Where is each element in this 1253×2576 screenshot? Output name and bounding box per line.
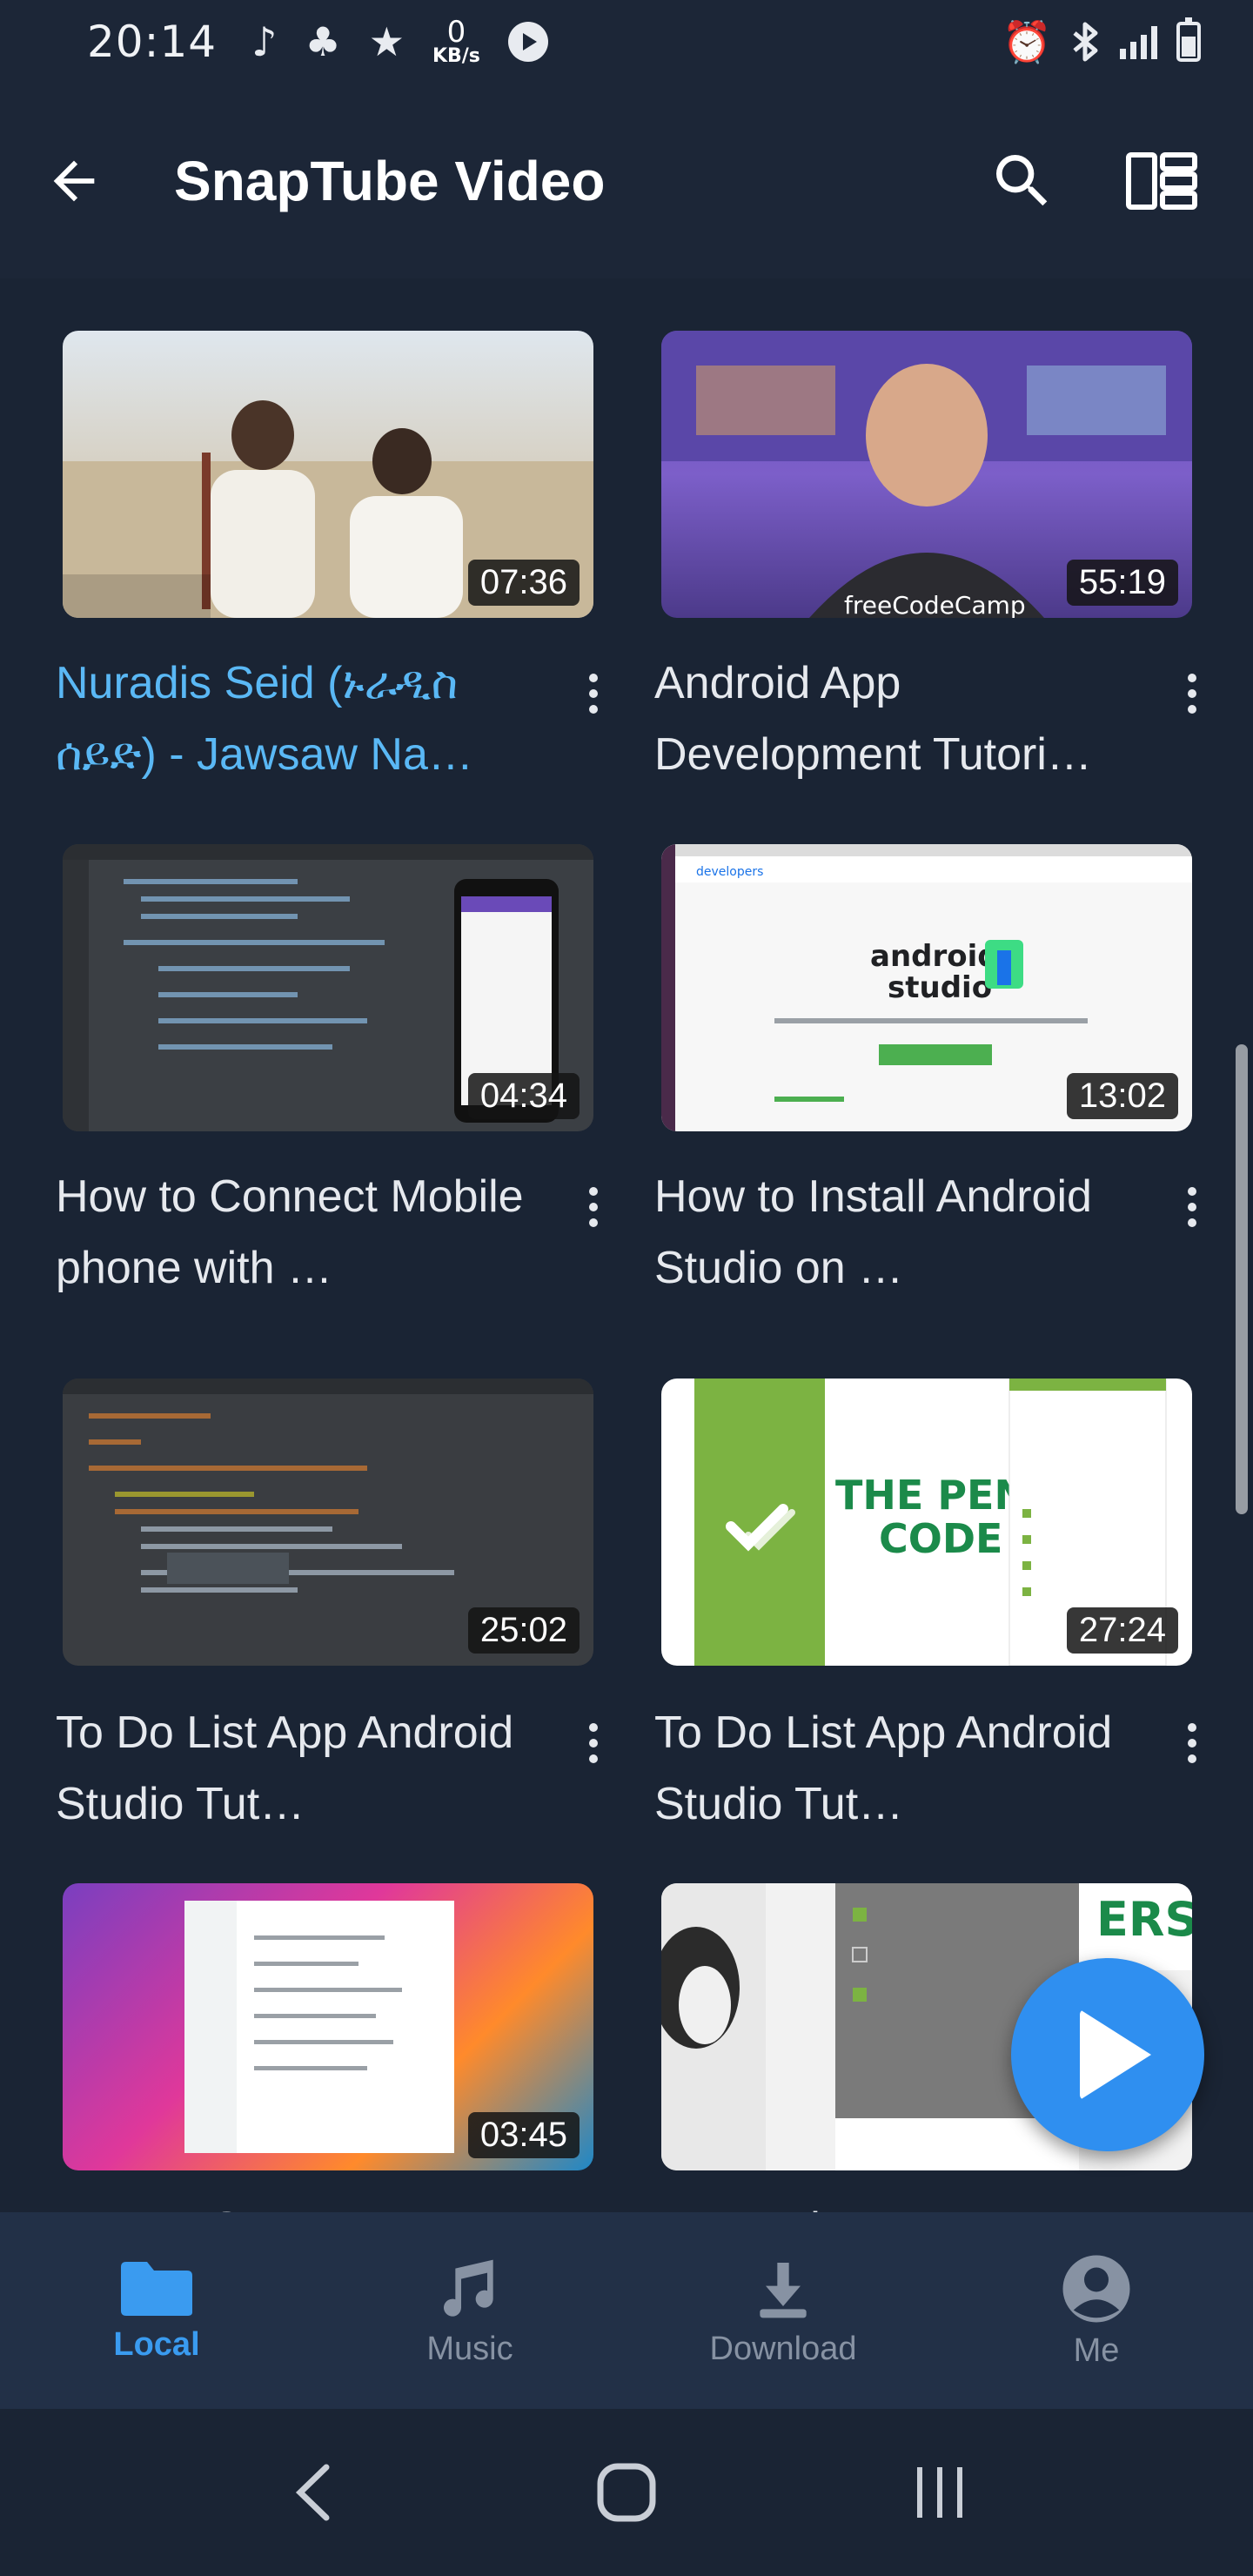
nav-label: Me xyxy=(1073,2331,1120,2369)
more-options-button[interactable] xyxy=(1166,1704,1218,1782)
video-card[interactable]: THE PEN CODE 27:24 To Do List App Androi… xyxy=(654,1379,1253,1866)
app-toolbar: SnapTube Video xyxy=(0,84,1253,278)
more-options-button[interactable] xyxy=(1166,2200,1218,2212)
svg-text:THE PEN: THE PEN xyxy=(835,1472,1028,1519)
nav-label: Download xyxy=(709,2330,857,2367)
app-notification-icon: ♣ xyxy=(305,18,341,65)
video-thumbnail[interactable]: freeCodeCamp 55:19 xyxy=(661,331,1192,618)
bottom-navigation: Local Music Download Me xyxy=(0,2212,1253,2409)
svg-text:studio: studio xyxy=(888,970,992,1005)
music-note-icon: ♪ xyxy=(251,18,278,65)
layout-toggle-button[interactable] xyxy=(1114,133,1209,229)
video-duration: 07:36 xyxy=(467,560,580,606)
chevron-left-icon xyxy=(295,2464,330,2521)
video-thumbnail[interactable]: 07:36 xyxy=(63,331,593,618)
more-options-button[interactable] xyxy=(567,2200,620,2212)
alarm-icon: ⏰ xyxy=(1002,18,1052,65)
search-button[interactable] xyxy=(975,133,1070,229)
video-duration: 25:02 xyxy=(467,1607,580,1654)
account-icon xyxy=(1062,2255,1130,2322)
nav-label: Music xyxy=(426,2330,513,2367)
more-options-button[interactable] xyxy=(1166,1168,1218,1246)
scrollbar[interactable] xyxy=(1236,1044,1248,1514)
system-navigation-bar xyxy=(0,2409,1253,2576)
video-card[interactable]: 07:36 Nuradis Seid (ኑራዲስ ሰይድ) - Jawsaw N… xyxy=(56,331,656,818)
video-title[interactable]: To Do List App Android Studio Tut… xyxy=(654,1697,1142,1840)
system-back-button[interactable] xyxy=(252,2432,374,2553)
nav-me[interactable]: Me xyxy=(940,2212,1253,2409)
nav-local[interactable]: Local xyxy=(0,2212,313,2409)
svg-text:android: android xyxy=(870,939,999,974)
svg-text:ERS: ERS xyxy=(1096,1892,1192,1947)
network-speed: 0 KB/s xyxy=(432,15,480,67)
more-options-button[interactable] xyxy=(567,654,620,733)
video-card[interactable]: developers android studio 13:02 How to I… xyxy=(654,844,1253,1349)
nav-music[interactable]: Music xyxy=(313,2212,626,2409)
video-grid: 07:36 Nuradis Seid (ኑራዲስ ሰይድ) - Jawsaw N… xyxy=(0,278,1253,2212)
play-all-fab[interactable] xyxy=(1011,1958,1204,2151)
video-thumbnail[interactable]: 25:02 xyxy=(63,1379,593,1666)
bluetooth-icon xyxy=(1073,22,1098,62)
svg-text:freeCodeCamp: freeCodeCamp xyxy=(844,591,1026,618)
video-duration: 04:34 xyxy=(467,1073,580,1119)
page-title: SnapTube Video xyxy=(174,150,606,212)
svg-text:CODE: CODE xyxy=(879,1515,1002,1562)
music-note-icon xyxy=(444,2259,493,2317)
signal-icon xyxy=(1120,24,1157,59)
video-thumbnail[interactable]: THE PEN CODE 27:24 xyxy=(661,1379,1192,1666)
recents-icon xyxy=(917,2467,962,2518)
video-title[interactable]: Nuradis Seid (ኑራዲስ ሰይድ) - Jawsaw Na… xyxy=(56,647,543,790)
grid-layout-icon xyxy=(1126,152,1197,210)
video-card[interactable]: freeCodeCamp 55:19 Android App Developme… xyxy=(654,331,1253,818)
folder-icon xyxy=(121,2261,192,2316)
video-title[interactable]: To Do List App Android Studio Tut… xyxy=(56,1697,543,1840)
video-duration: 27:24 xyxy=(1066,1607,1178,1654)
video-duration: 13:02 xyxy=(1066,1073,1178,1119)
video-title[interactable]: How to Connect Mobile phone with … xyxy=(56,1161,543,1304)
svg-text:developers: developers xyxy=(696,865,763,879)
battery-icon xyxy=(1176,17,1201,62)
video-card[interactable]: 03:45 How to Connect xyxy=(56,1883,656,2212)
home-icon xyxy=(597,2463,656,2522)
arrow-back-icon xyxy=(53,160,95,202)
status-time: 20:14 xyxy=(87,17,218,67)
system-home-button[interactable] xyxy=(566,2432,687,2553)
play-icon xyxy=(1080,2009,1151,2100)
play-notification-icon xyxy=(507,22,548,62)
video-title[interactable]: How to Connect xyxy=(56,2193,543,2212)
video-thumbnail[interactable]: developers android studio 13:02 xyxy=(661,844,1192,1131)
back-button[interactable] xyxy=(17,124,131,238)
video-card[interactable]: 04:34 How to Connect Mobile phone with … xyxy=(56,844,656,1349)
video-thumbnail[interactable]: 03:45 xyxy=(63,1883,593,2170)
star-icon: ★ xyxy=(368,18,405,65)
video-card[interactable]: 25:02 To Do List App Android Studio Tut… xyxy=(56,1379,656,1866)
more-options-button[interactable] xyxy=(567,1168,620,1246)
download-icon xyxy=(760,2262,807,2318)
more-options-button[interactable] xyxy=(1166,654,1218,733)
nav-label: Local xyxy=(113,2325,200,2363)
video-title[interactable]: Android App Development Tutori… xyxy=(654,647,1142,790)
system-recents-button[interactable] xyxy=(879,2432,1001,2553)
status-bar: 20:14 ♪ ♣ ★ 0 KB/s ⏰ xyxy=(0,0,1253,84)
video-thumbnail[interactable]: 04:34 xyxy=(63,844,593,1131)
nav-download[interactable]: Download xyxy=(626,2212,940,2409)
more-options-button[interactable] xyxy=(567,1704,620,1782)
video-title[interactable]: How to Install Android Studio on … xyxy=(654,1161,1142,1304)
search-icon xyxy=(996,155,1048,206)
video-duration: 03:45 xyxy=(467,2112,580,2158)
video-title[interactable]: To Do List App xyxy=(654,2193,1142,2212)
video-duration: 55:19 xyxy=(1066,560,1178,606)
